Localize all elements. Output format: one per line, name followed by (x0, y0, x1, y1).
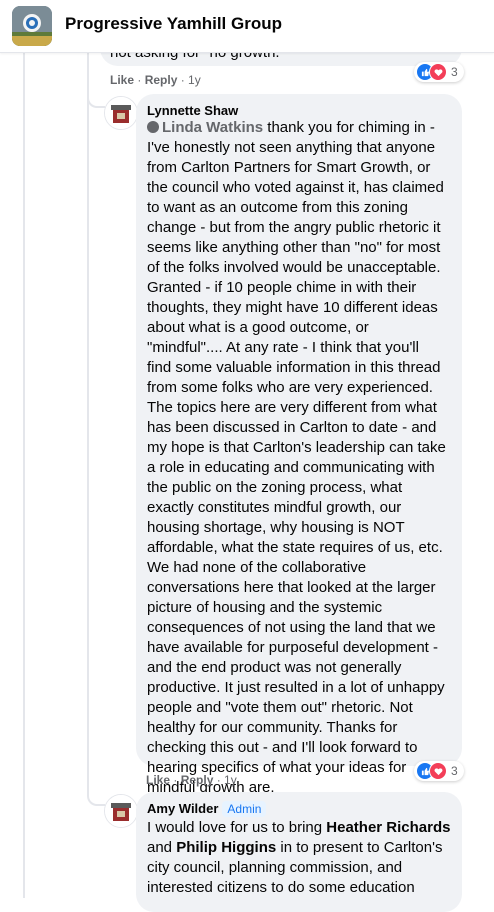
comment-line: conversations here that looked at the la… (147, 579, 436, 596)
admin-badge: Admin (222, 801, 267, 817)
comment-line: housing shortage, why housing is NOT (147, 519, 405, 536)
comment-line: Granted - if 10 people chime in with the… (147, 279, 417, 296)
comment-body: Linda Watkins thank you for chiming in -… (147, 118, 459, 798)
comment-line: from some folks who are very experienced… (147, 379, 433, 396)
comment-author-name[interactable]: Amy Wilder (147, 801, 218, 816)
love-reaction-icon (429, 63, 447, 81)
like-button[interactable]: Like (110, 73, 134, 87)
comment-line: change - but from the angry public rheto… (147, 219, 441, 236)
comment-line: about what is a good outcome, or (147, 319, 369, 336)
thread-connector (87, 92, 105, 108)
comment-actions: Like · Reply · 1y (110, 73, 201, 87)
comment-line-text: and (147, 839, 177, 856)
like-button[interactable]: Like (146, 773, 170, 787)
comment-line: healthy for our community. Thanks for (147, 719, 398, 736)
comment-line: We had none of the collaborative (147, 559, 367, 576)
comment-line: and the end product was not generally (147, 659, 402, 676)
thread-connector (87, 790, 105, 806)
verified-icon (147, 121, 159, 133)
comment-body: I would love for us to bring Heather Ric… (147, 818, 459, 898)
comment-line: I would love for us to bring Heather Ric… (147, 818, 459, 838)
comment-line: of the folks involved would be unaccepta… (147, 259, 441, 276)
mention-link[interactable]: Philip Higgins (176, 839, 276, 856)
thread-line-outer (23, 52, 25, 898)
comment-line: exactly constitutes mindful growth, our (147, 499, 402, 516)
comment-line: a role in educating and communicating wi… (147, 459, 435, 476)
comment-age: 1y (188, 73, 201, 87)
comment-line: interested citizens to do some education (147, 879, 415, 896)
comment-line-text: thank you for chiming in - (263, 119, 435, 136)
comment-line: consequences of not using the land that … (147, 619, 436, 636)
thread-line-inner (87, 52, 89, 792)
comment-line: find some valuable information in this t… (147, 359, 441, 376)
comment-line: picture of housing and the systemic (147, 599, 383, 616)
avatar[interactable] (104, 794, 138, 828)
comment-line: city council, planning commission, and (147, 859, 403, 876)
comment-line: has been discussed in Carlton to date - … (147, 419, 437, 436)
comment-line: affordable, what the state requires of u… (147, 539, 443, 556)
comment-line-text: I would love for us to bring (147, 819, 327, 836)
comment-line: seems like anything other than "no" for … (147, 239, 441, 256)
mention-link[interactable]: Linda Watkins (162, 119, 263, 136)
love-reaction-icon (429, 762, 447, 780)
comment-line-text: in to present to Carlton's (276, 839, 443, 856)
comment-line: to want as an outcome from this zoning (147, 199, 408, 216)
comment-line: checking this out - and I'll look forwar… (147, 739, 418, 756)
comment-line: thoughts, they might have 10 different i… (147, 299, 438, 316)
comment-line: productive. It just resulted in a lot of… (147, 679, 445, 696)
comment-line: the council who voted against it, has cl… (147, 179, 444, 196)
comment-author: Amy Wilder Admin (147, 801, 267, 817)
reaction-count: 3 (451, 65, 458, 79)
group-title[interactable]: Progressive Yamhill Group (65, 14, 282, 34)
comment-actions: Like · Reply · 1y (146, 773, 237, 787)
avatar[interactable] (104, 96, 138, 130)
comment-age: 1y (224, 773, 237, 787)
comment-line: my hope is that Carlton's leadership can… (147, 439, 446, 456)
comment-line: "mindful".... At any rate - I think that… (147, 339, 419, 356)
comment-line: the public on the zoning process, what (147, 479, 403, 496)
comment-bubble: Amy Wilder Admin I would love for us to b… (136, 792, 462, 912)
reply-button[interactable]: Reply (181, 773, 214, 787)
comment-line: and Philip Higgins in to present to Carl… (147, 838, 459, 858)
comment-author[interactable]: Lynnette Shaw (147, 103, 238, 118)
group-header: Progressive Yamhill Group (0, 0, 494, 53)
reaction-summary[interactable]: 3 (414, 62, 464, 82)
comment-line: The topics here are very different from … (147, 399, 437, 416)
comment-line: I've honestly not seen anything that any… (147, 139, 436, 156)
comment-line: people and "vote them out" rhetoric. Not (147, 699, 413, 716)
comment-bubble: Lynnette Shaw Linda Watkins thank you fo… (136, 94, 462, 796)
comment-line: from Carlton Partners for Smart Growth, … (147, 159, 431, 176)
reply-button[interactable]: Reply (145, 73, 178, 87)
comment-line: have available for purposeful developmen… (147, 639, 439, 656)
comment-line: Linda Watkins thank you for chiming in - (147, 118, 459, 138)
mention-link[interactable]: Heather Richards (326, 819, 450, 836)
reaction-count: 3 (451, 764, 458, 778)
reaction-summary[interactable]: 3 (414, 761, 464, 781)
group-avatar[interactable] (12, 6, 52, 46)
